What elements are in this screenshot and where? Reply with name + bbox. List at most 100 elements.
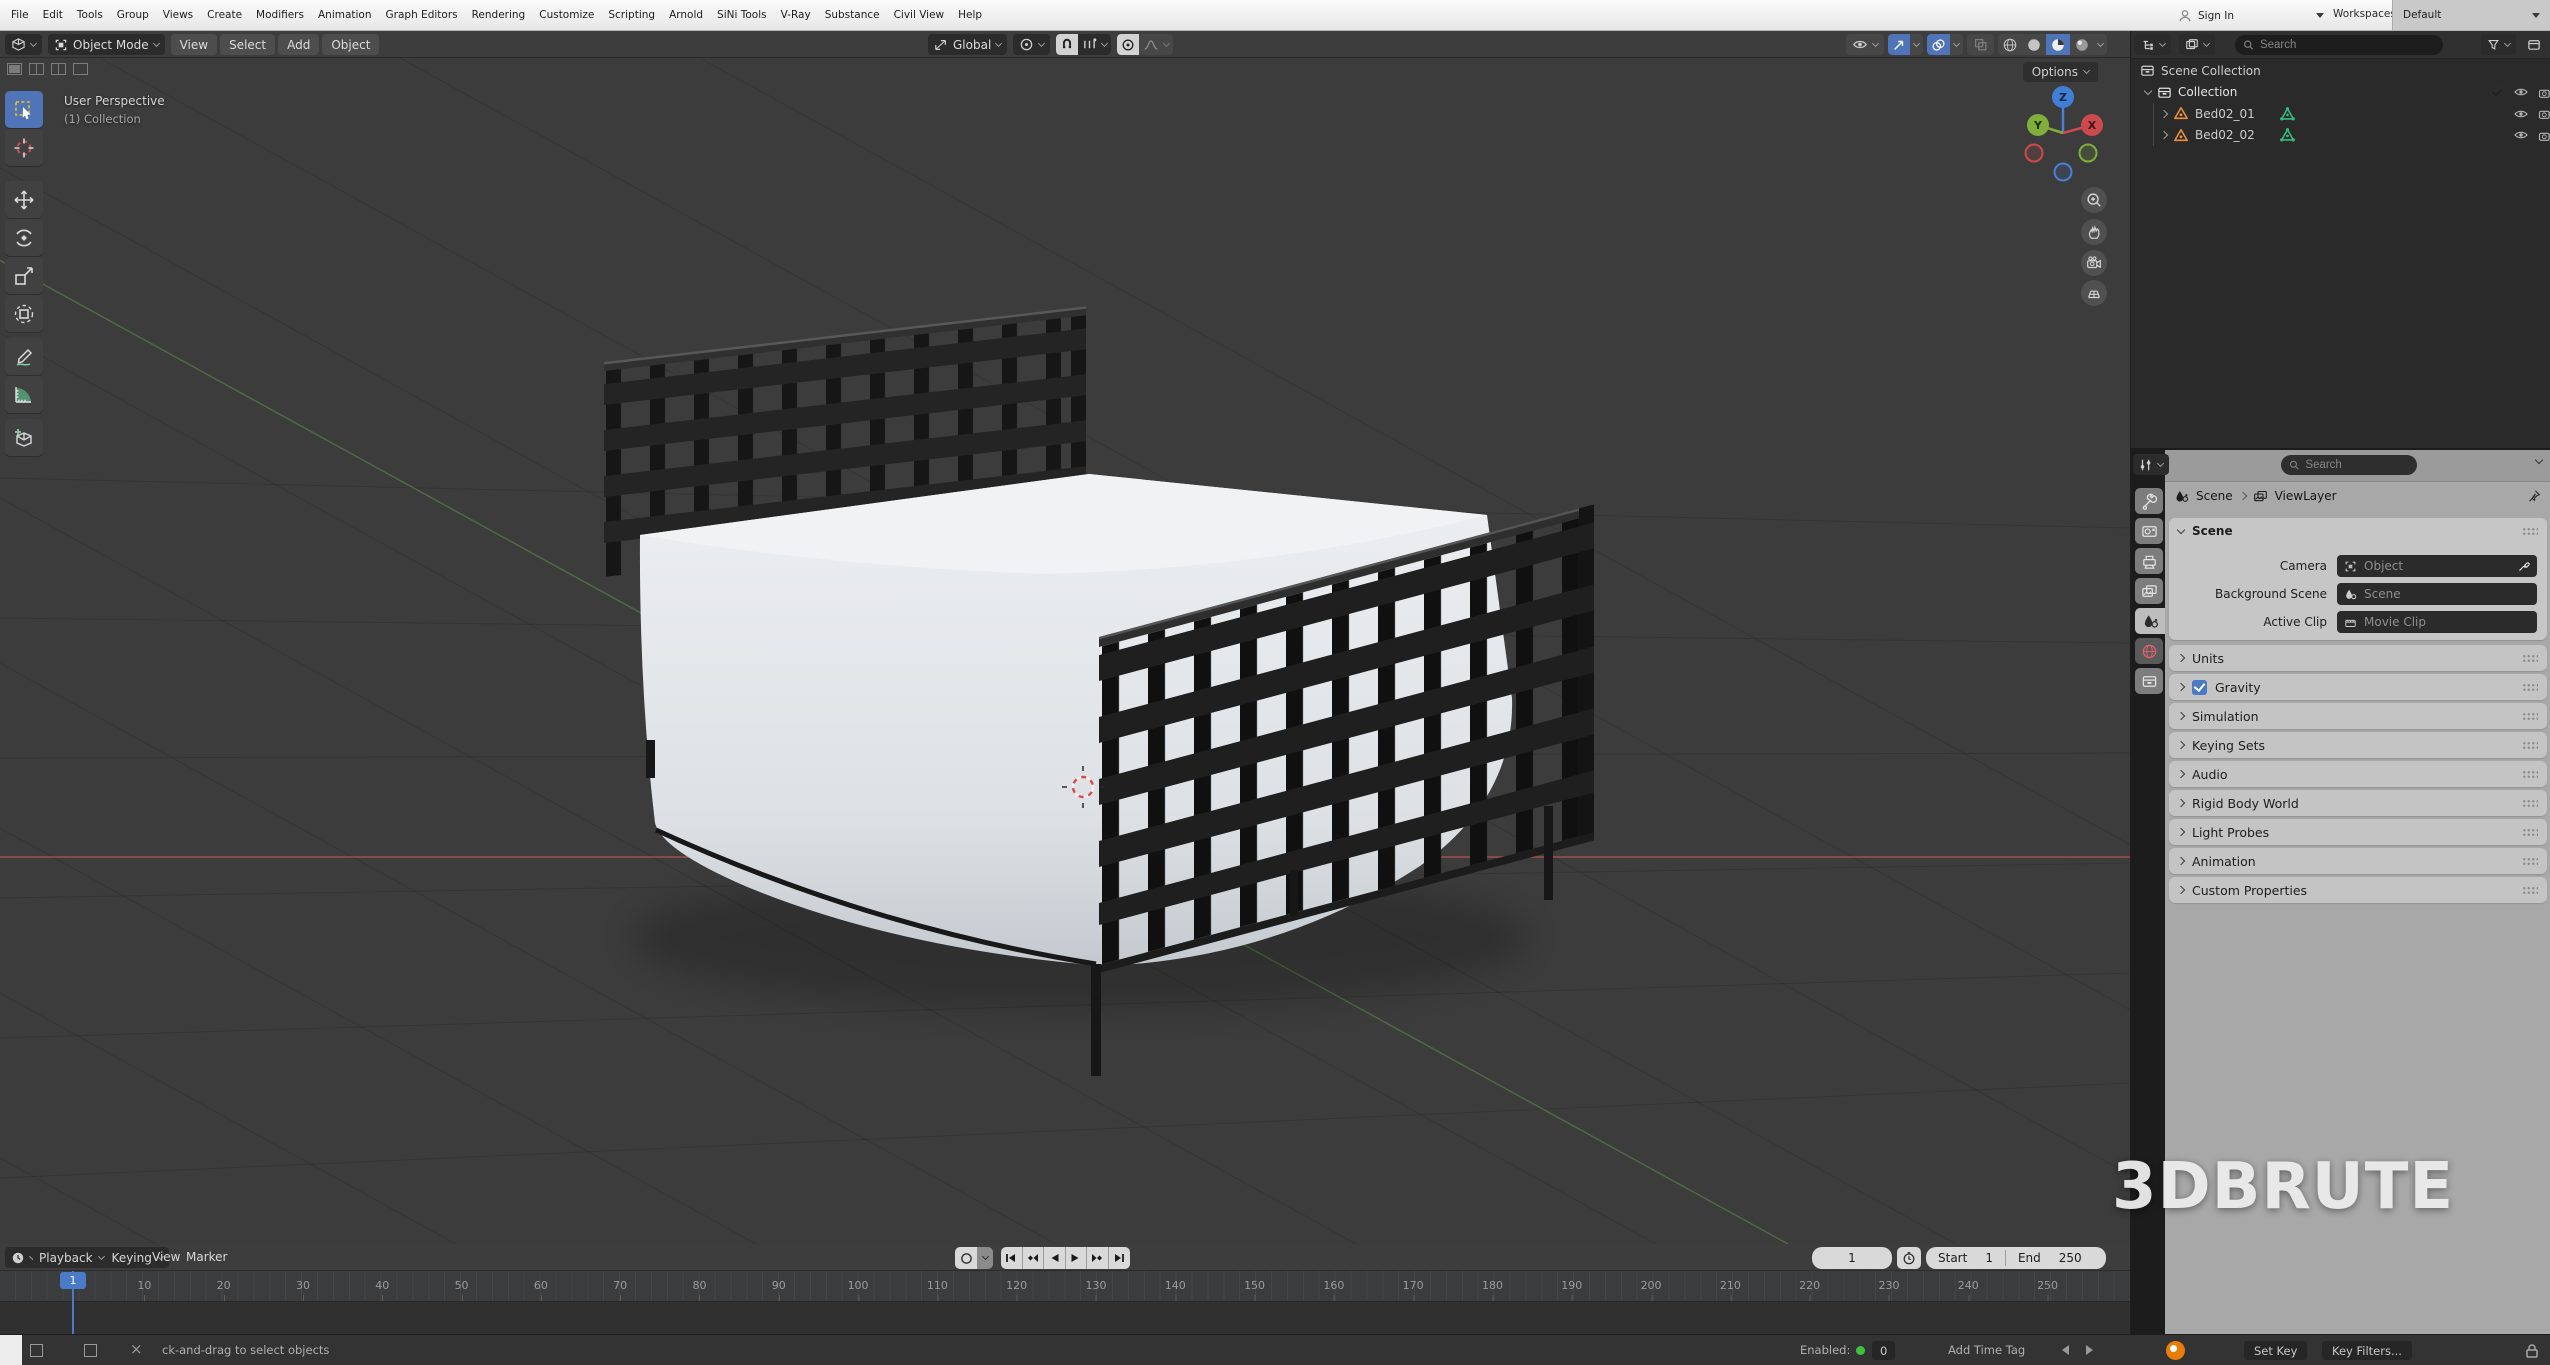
background-scene-field[interactable]: Scene xyxy=(2337,583,2537,605)
gravity-checkbox[interactable] xyxy=(2192,680,2207,695)
menubar-item-edit[interactable]: Edit xyxy=(36,9,70,21)
hide-eye-icon[interactable] xyxy=(2513,129,2529,141)
gizmos-toggle[interactable] xyxy=(1888,34,1910,55)
timeline-ruler[interactable]: 1020304050607080901001101201301401501601… xyxy=(0,1271,2130,1301)
collapse-chevron-icon[interactable] xyxy=(2160,110,2168,118)
viewport-menu-object[interactable]: Object xyxy=(322,34,379,55)
disable-camera-icon[interactable] xyxy=(2538,129,2550,142)
tool-measure[interactable] xyxy=(5,376,43,413)
menubar-item-v-ray[interactable]: V-Ray xyxy=(774,9,818,21)
window-icon[interactable] xyxy=(84,1344,97,1357)
drag-grip-icon[interactable] xyxy=(2522,527,2538,536)
tab-world[interactable] xyxy=(2135,638,2163,664)
section-units[interactable]: Units xyxy=(2169,645,2547,671)
editor-type-button[interactable] xyxy=(5,34,42,55)
disable-camera-icon[interactable] xyxy=(2538,107,2550,120)
collapse-chevron-icon[interactable] xyxy=(2160,131,2168,139)
overlays-toggle[interactable] xyxy=(1927,34,1950,55)
pan-button[interactable] xyxy=(2081,219,2107,245)
menubar-item-modifiers[interactable]: Modifiers xyxy=(249,9,311,21)
tab-view-layer[interactable] xyxy=(2135,578,2163,604)
collection-checkbox[interactable] xyxy=(2490,85,2504,99)
next-frame-arrow-icon[interactable] xyxy=(2086,1345,2093,1355)
camera-view-button[interactable] xyxy=(2081,250,2107,276)
menubar-item-tools[interactable]: Tools xyxy=(70,9,110,21)
snap-settings-dropdown[interactable] xyxy=(1078,34,1111,55)
jump-to-start-button[interactable] xyxy=(1001,1247,1023,1269)
viewport-menu-select[interactable]: Select xyxy=(220,34,275,55)
pin-icon[interactable] xyxy=(2527,489,2541,503)
play-reverse-button[interactable] xyxy=(1044,1247,1066,1269)
sign-in-button[interactable]: Sign In xyxy=(2178,0,2324,31)
shading-wireframe-button[interactable] xyxy=(1998,34,2022,55)
active-clip-field[interactable]: Movie Clip xyxy=(2337,611,2537,633)
menubar-item-graph-editors[interactable]: Graph Editors xyxy=(379,9,465,21)
tool-select-box[interactable] xyxy=(5,91,43,128)
properties-search[interactable] xyxy=(2281,455,2417,475)
menubar-item-arnold[interactable]: Arnold xyxy=(662,9,710,21)
section-animation[interactable]: Animation xyxy=(2169,848,2547,874)
tool-cursor[interactable] xyxy=(5,129,43,166)
breadcrumb-scene[interactable]: Scene xyxy=(2196,489,2233,503)
menubar-item-rendering[interactable]: Rendering xyxy=(465,9,533,21)
drag-grip-icon[interactable] xyxy=(2522,799,2538,808)
viewport-menu-view[interactable]: View xyxy=(171,34,217,55)
disable-camera-icon[interactable] xyxy=(2538,86,2550,99)
gizmo-neg-z-axis[interactable] xyxy=(2055,164,2072,181)
menubar-item-sini-tools[interactable]: SiNi Tools xyxy=(710,9,774,21)
gizmo-neg-y-axis[interactable] xyxy=(2080,145,2097,162)
play-button[interactable] xyxy=(1066,1247,1088,1269)
timeline-view-menu[interactable]: View xyxy=(152,1250,180,1264)
menubar-item-create[interactable]: Create xyxy=(200,9,249,21)
eyedropper-icon[interactable] xyxy=(2517,560,2530,573)
hide-eye-icon[interactable] xyxy=(2513,86,2529,98)
properties-search-input[interactable] xyxy=(2305,459,2409,471)
end-frame-field[interactable]: End 250 xyxy=(2006,1251,2094,1265)
transform-orientation-dropdown[interactable]: Global xyxy=(928,34,1007,55)
grid-ortho-button[interactable] xyxy=(2081,280,2107,306)
drag-grip-icon[interactable] xyxy=(2522,828,2538,837)
tool-scale[interactable] xyxy=(5,257,43,294)
drag-grip-icon[interactable] xyxy=(2522,683,2538,692)
layout-split-icon[interactable] xyxy=(29,63,44,75)
prev-frame-arrow-icon[interactable] xyxy=(2062,1345,2069,1355)
menubar-item-customize[interactable]: Customize xyxy=(532,9,601,21)
outliner-filter-dropdown[interactable] xyxy=(2481,34,2516,55)
drag-grip-icon[interactable] xyxy=(2522,770,2538,779)
outliner-search-input[interactable] xyxy=(2260,39,2435,51)
drag-grip-icon[interactable] xyxy=(2522,654,2538,663)
playhead-label[interactable]: 1 xyxy=(60,1272,86,1289)
timeline-marker-menu[interactable]: Marker xyxy=(186,1250,227,1264)
tab-collection[interactable] xyxy=(2135,668,2163,694)
section-simulation[interactable]: Simulation xyxy=(2169,703,2547,729)
current-frame-field[interactable]: 1 xyxy=(1812,1247,1892,1269)
outliner-row-scene-collection[interactable]: Scene Collection xyxy=(2131,60,2550,82)
tool-transform[interactable] xyxy=(5,295,43,332)
shading-dropdown[interactable] xyxy=(2094,34,2107,55)
layout-single-icon[interactable] xyxy=(7,63,22,75)
menubar-item-group[interactable]: Group xyxy=(110,9,156,21)
lock-icon[interactable] xyxy=(2524,1342,2540,1359)
set-key-button[interactable]: Set Key xyxy=(2244,1341,2307,1360)
navigation-gizmo[interactable]: Z Y X xyxy=(2008,73,2118,183)
auto-key-dropdown[interactable] xyxy=(977,1247,993,1269)
outliner-editor-type-button[interactable] xyxy=(2135,34,2171,55)
menubar-item-scripting[interactable]: Scripting xyxy=(601,9,662,21)
tool-add-cube[interactable] xyxy=(5,419,43,456)
menubar-item-animation[interactable]: Animation xyxy=(311,9,379,21)
overlays-dropdown[interactable] xyxy=(1950,34,1963,55)
menubar-item-file[interactable]: File xyxy=(4,9,36,21)
menubar-item-help[interactable]: Help xyxy=(951,9,989,21)
key-filters-button[interactable]: Key Filters... xyxy=(2322,1341,2412,1360)
xray-toggle[interactable] xyxy=(1967,34,1994,55)
section-rigid-body-world[interactable]: Rigid Body World xyxy=(2169,790,2547,816)
shading-solid-button[interactable] xyxy=(2022,34,2046,55)
camera-field[interactable]: Object xyxy=(2337,555,2537,577)
scene-panel-header[interactable]: Scene xyxy=(2169,518,2547,544)
outliner-new-collection-button[interactable] xyxy=(2527,37,2542,52)
shading-material-button[interactable] xyxy=(2046,34,2070,55)
add-time-tag[interactable]: Add Time Tag xyxy=(1948,1343,2025,1357)
breadcrumb-viewlayer[interactable]: ViewLayer xyxy=(2275,489,2337,503)
timeline-track-area[interactable] xyxy=(0,1301,2130,1334)
outliner-display-mode-dropdown[interactable] xyxy=(2179,34,2215,55)
